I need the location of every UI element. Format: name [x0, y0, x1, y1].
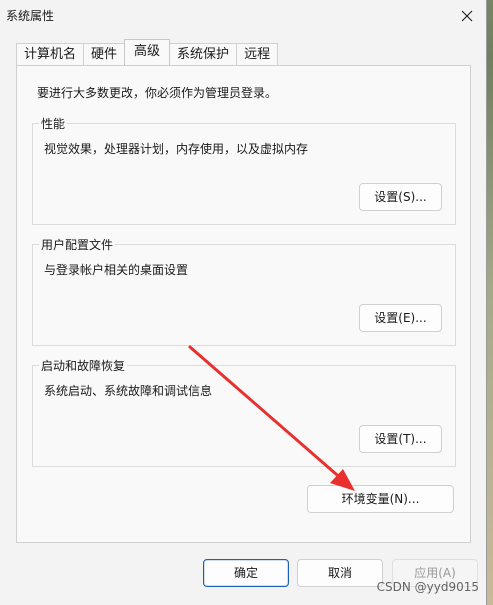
user-profiles-description: 与登录帐户相关的桌面设置: [44, 263, 189, 277]
ok-button[interactable]: 确定: [203, 559, 289, 587]
user-profiles-group-label: 用户配置文件: [39, 236, 116, 253]
tab-system-protection[interactable]: 系统保护: [169, 43, 238, 65]
cancel-button[interactable]: 取消: [297, 559, 383, 587]
admin-note: 要进行大多数更改，你必须作为管理员登录。: [37, 86, 278, 100]
startup-recovery-group-label: 启动和故障恢复: [39, 357, 128, 374]
tab-remote[interactable]: 远程: [236, 43, 279, 65]
window-title: 系统属性: [6, 9, 55, 23]
system-properties-dialog: 系统属性 计算机名 硬件 高级 系统保护 远程 要进行大多数更改，你必须作为管理…: [0, 0, 487, 605]
performance-group: 性能 视觉效果，处理器计划，内存使用，以及虚拟内存 设置(S)...: [32, 115, 456, 225]
startup-recovery-description: 系统启动、系统故障和调试信息: [44, 384, 213, 398]
watermark-text: CSDN @yyd9015: [376, 580, 479, 594]
tab-hardware[interactable]: 硬件: [83, 43, 126, 65]
performance-description: 视觉效果，处理器计划，内存使用，以及虚拟内存: [44, 142, 309, 156]
close-button[interactable]: [451, 2, 483, 30]
performance-settings-button[interactable]: 设置(S)...: [359, 183, 442, 211]
environment-variables-button[interactable]: 环境变量(N)...: [307, 485, 454, 513]
startup-recovery-group: 启动和故障恢复 系统启动、系统故障和调试信息 设置(T)...: [32, 357, 456, 467]
user-profiles-group: 用户配置文件 与登录帐户相关的桌面设置 设置(E)...: [32, 236, 456, 346]
startup-recovery-settings-button[interactable]: 设置(T)...: [359, 425, 442, 453]
tab-advanced[interactable]: 高级: [124, 39, 171, 65]
user-profiles-settings-button[interactable]: 设置(E)...: [359, 304, 442, 332]
title-bar: 系统属性: [0, 0, 487, 34]
performance-group-label: 性能: [39, 115, 68, 132]
tab-computer-name[interactable]: 计算机名: [16, 43, 85, 65]
close-icon: [461, 10, 473, 22]
advanced-tab-panel: 要进行大多数更改，你必须作为管理员登录。 性能 视觉效果，处理器计划，内存使用，…: [16, 65, 471, 543]
tab-strip: 计算机名 硬件 高级 系统保护 远程: [16, 39, 279, 65]
